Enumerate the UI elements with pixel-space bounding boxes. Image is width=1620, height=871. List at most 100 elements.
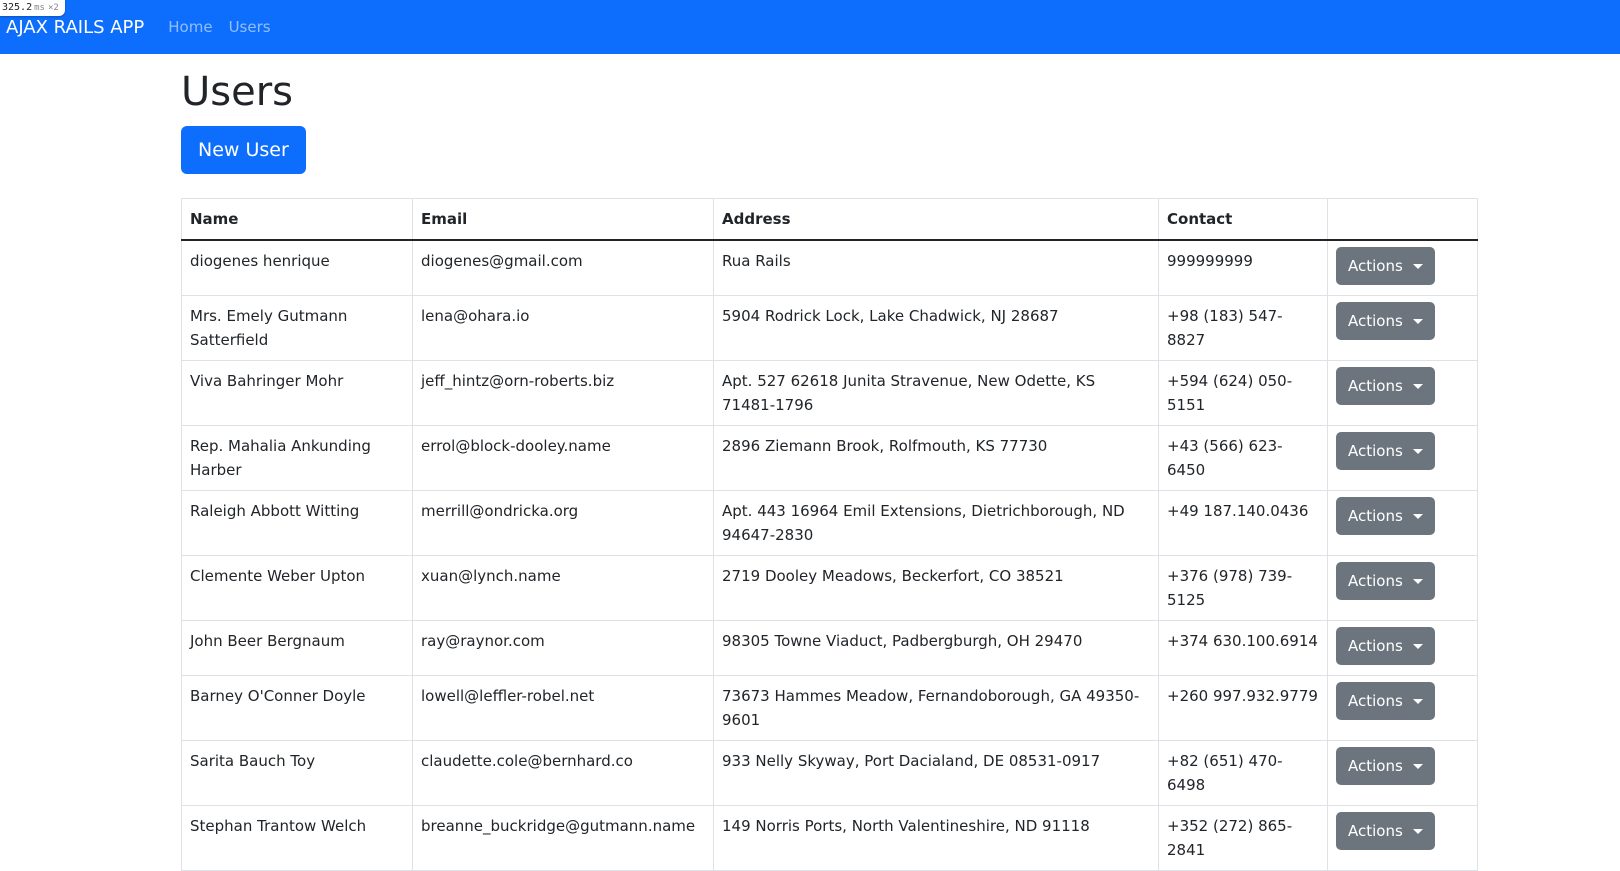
table-row: Raleigh Abbott Witting merrill@ondricka.o… <box>181 490 1478 556</box>
table-row: Viva Bahringer Mohr jeff_hintz@orn-robert… <box>181 360 1478 426</box>
cell-contact: +98 (183) 547-8827 <box>1158 295 1328 361</box>
caret-down-icon <box>1412 763 1423 769</box>
cell-email: claudette.cole@bernhard.co <box>412 740 714 806</box>
cell-address: 98305 Towne Viaduct, Padbergburgh, OH 29… <box>713 620 1159 676</box>
cell-address: Rua Rails <box>713 239 1159 296</box>
actions-dropdown-button[interactable]: Actions <box>1336 302 1435 340</box>
brand-link[interactable]: AJAX RAILS APP <box>6 17 144 38</box>
caret-down-icon <box>1412 263 1423 269</box>
cell-actions: Actions <box>1327 620 1478 676</box>
cell-address: 5904 Rodrick Lock, Lake Chadwick, NJ 286… <box>713 295 1159 361</box>
caret-down-icon <box>1412 383 1423 389</box>
actions-dropdown-button[interactable]: Actions <box>1336 562 1435 600</box>
cell-name: diogenes henrique <box>181 239 413 296</box>
cell-email: jeff_hintz@orn-roberts.biz <box>412 360 714 426</box>
actions-dropdown-button[interactable]: Actions <box>1336 682 1435 720</box>
actions-dropdown-button[interactable]: Actions <box>1336 812 1435 850</box>
actions-label: Actions <box>1348 572 1403 590</box>
caret-down-icon <box>1412 318 1423 324</box>
cell-actions: Actions <box>1327 295 1478 361</box>
cell-contact: +376 (978) 739-5125 <box>1158 555 1328 621</box>
cell-name: Mrs. Emely Gutmann Satterfield <box>181 295 413 361</box>
perf-unit: ms <box>34 3 45 13</box>
cell-email: merrill@ondricka.org <box>412 490 714 556</box>
main-content: Users New User Name Email Address Contac… <box>181 54 1478 871</box>
cell-actions: Actions <box>1327 425 1478 491</box>
cell-actions: Actions <box>1327 675 1478 741</box>
actions-label: Actions <box>1348 637 1403 655</box>
caret-down-icon <box>1412 828 1423 834</box>
actions-dropdown-button[interactable]: Actions <box>1336 627 1435 665</box>
cell-name: Barney O'Conner Doyle <box>181 675 413 741</box>
cell-actions: Actions <box>1327 740 1478 806</box>
cell-contact: +352 (272) 865-2841 <box>1158 805 1328 871</box>
cell-name: Sarita Bauch Toy <box>181 740 413 806</box>
actions-label: Actions <box>1348 822 1403 840</box>
cell-email: diogenes@gmail.com <box>412 239 714 296</box>
table-row: Clemente Weber Upton xuan@lynch.name 2719 … <box>181 555 1478 621</box>
cell-email: breanne_buckridge@gutmann.name <box>412 805 714 871</box>
page-title: Users <box>181 69 294 115</box>
cell-address: 933 Nelly Skyway, Port Dacialand, DE 085… <box>713 740 1159 806</box>
cell-contact: +374 630.100.6914 <box>1158 620 1328 676</box>
cell-contact: +49 187.140.0436 <box>1158 490 1328 556</box>
perf-value: 325.2 <box>2 2 33 13</box>
cell-address: 149 Norris Ports, North Valentineshire, … <box>713 805 1159 871</box>
actions-dropdown-button[interactable]: Actions <box>1336 747 1435 785</box>
column-header-name: Name <box>181 198 413 241</box>
cell-address: Apt. 443 16964 Emil Extensions, Dietrich… <box>713 490 1159 556</box>
cell-email: lena@ohara.io <box>412 295 714 361</box>
cell-contact: +260 997.932.9779 <box>1158 675 1328 741</box>
cell-name: Raleigh Abbott Witting <box>181 490 413 556</box>
column-header-contact: Contact <box>1158 198 1328 241</box>
table-body: diogenes henrique diogenes@gmail.com Rua R… <box>181 239 1478 871</box>
table-row: Barney O'Conner Doyle lowell@leffler-robe… <box>181 675 1478 741</box>
column-header-email: Email <box>412 198 714 241</box>
cell-actions: Actions <box>1327 805 1478 871</box>
column-header-actions <box>1327 198 1478 241</box>
cell-contact: 999999999 <box>1158 239 1328 296</box>
table-row: Stephan Trantow Welch breanne_buckridge@g… <box>181 805 1478 871</box>
cell-contact: +594 (624) 050-5151 <box>1158 360 1328 426</box>
actions-dropdown-button[interactable]: Actions <box>1336 497 1435 535</box>
cell-address: 73673 Hammes Meadow, Fernandoborough, GA… <box>713 675 1159 741</box>
table-row: Rep. Mahalia Ankunding Harber errol@block… <box>181 425 1478 491</box>
table-row: Sarita Bauch Toy claudette.cole@bernhard.… <box>181 740 1478 806</box>
nav-link-home[interactable]: Home <box>168 18 212 36</box>
actions-dropdown-button[interactable]: Actions <box>1336 432 1435 470</box>
users-table: Name Email Address Contact diogenes henr… <box>181 198 1478 871</box>
cell-actions: Actions <box>1327 555 1478 621</box>
table-row: John Beer Bergnaum ray@raynor.com 98305 To… <box>181 620 1478 676</box>
cell-actions: Actions <box>1327 490 1478 556</box>
caret-down-icon <box>1412 698 1423 704</box>
actions-label: Actions <box>1348 312 1403 330</box>
performance-badge: 325.2 ms ×2 <box>0 0 65 16</box>
cell-email: ray@raynor.com <box>412 620 714 676</box>
actions-label: Actions <box>1348 442 1403 460</box>
actions-dropdown-button[interactable]: Actions <box>1336 247 1435 285</box>
perf-multiplier: ×2 <box>47 3 59 13</box>
cell-address: 2719 Dooley Meadows, Beckerfort, CO 3852… <box>713 555 1159 621</box>
actions-dropdown-button[interactable]: Actions <box>1336 367 1435 405</box>
new-user-button[interactable]: New User <box>181 126 306 174</box>
actions-label: Actions <box>1348 377 1403 395</box>
cell-name: Clemente Weber Upton <box>181 555 413 621</box>
table-row: Mrs. Emely Gutmann Satterfield lena@ohara… <box>181 295 1478 361</box>
cell-email: xuan@lynch.name <box>412 555 714 621</box>
actions-label: Actions <box>1348 257 1403 275</box>
column-header-address: Address <box>713 198 1159 241</box>
cell-address: Apt. 527 62618 Junita Stravenue, New Ode… <box>713 360 1159 426</box>
table-header: Name Email Address Contact <box>181 198 1478 241</box>
actions-label: Actions <box>1348 507 1403 525</box>
cell-address: 2896 Ziemann Brook, Rolfmouth, KS 77730 <box>713 425 1159 491</box>
top-navbar: AJAX RAILS APP Home Users <box>0 0 1620 54</box>
actions-label: Actions <box>1348 757 1403 775</box>
nav-link-users[interactable]: Users <box>229 18 271 36</box>
caret-down-icon <box>1412 643 1423 649</box>
actions-label: Actions <box>1348 692 1403 710</box>
cell-name: John Beer Bergnaum <box>181 620 413 676</box>
caret-down-icon <box>1412 513 1423 519</box>
table-row: diogenes henrique diogenes@gmail.com Rua R… <box>181 239 1478 296</box>
cell-contact: +43 (566) 623-6450 <box>1158 425 1328 491</box>
caret-down-icon <box>1412 448 1423 454</box>
